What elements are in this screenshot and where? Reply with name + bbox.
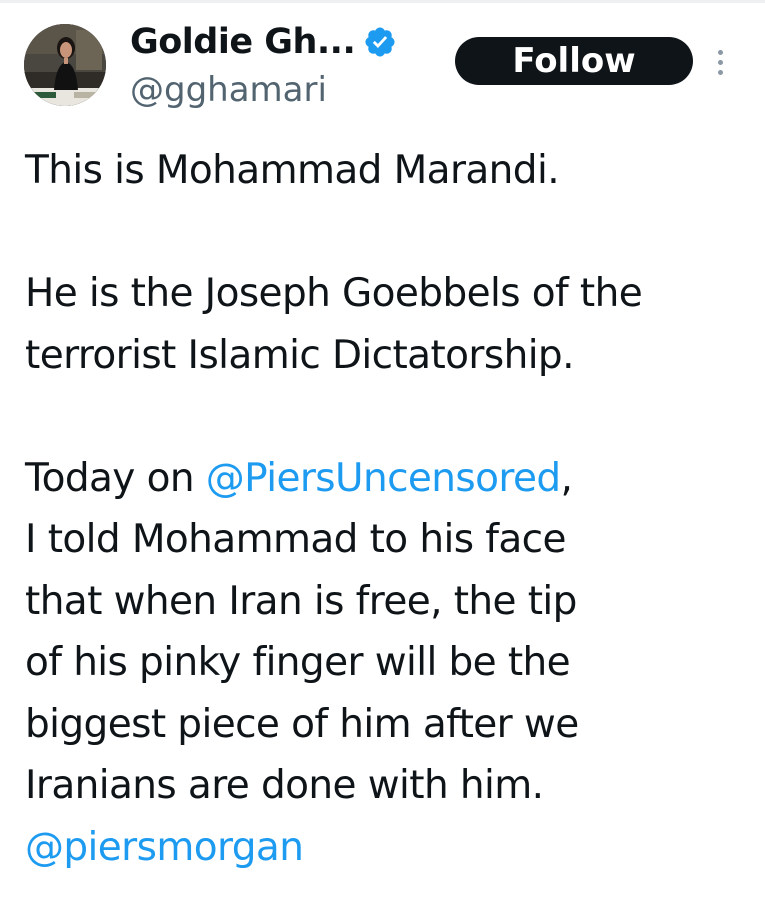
tweet-header: Goldie Gh... @gghamari Follow bbox=[0, 0, 765, 130]
mention-link-piersuncensored[interactable]: @PiersUncensored bbox=[206, 456, 561, 501]
mention-link-piersmorgan[interactable]: @piersmorgan bbox=[25, 825, 304, 870]
tweet-line: I told Mohammad to his face bbox=[25, 517, 566, 562]
tweet-line: This is Mohammad Marandi. bbox=[25, 148, 560, 193]
author-display-name[interactable]: Goldie Gh... bbox=[130, 22, 356, 62]
tweet-line: He is the Joseph Goebbels of the bbox=[25, 271, 643, 316]
author-name-row: Goldie Gh... bbox=[130, 14, 397, 70]
tweet-line: Today on @PiersUncensored, bbox=[25, 448, 755, 510]
tweet-line: terrorist Islamic Dictatorship. bbox=[25, 332, 574, 378]
author-handle[interactable]: @gghamari bbox=[130, 70, 327, 110]
tweet-line: @piersmorgan bbox=[25, 817, 755, 879]
follow-button[interactable]: Follow bbox=[455, 37, 693, 85]
tweet-text-fragment: , bbox=[560, 455, 573, 501]
more-options-icon[interactable] bbox=[712, 42, 728, 82]
avatar-photo bbox=[24, 24, 106, 106]
more-dot bbox=[717, 49, 723, 55]
tweet-body: This is Mohammad Marandi. He is the Jose… bbox=[25, 140, 755, 878]
tweet-line: Iranians are done with him. bbox=[25, 763, 544, 808]
tweet-text-fragment: Today on bbox=[25, 455, 206, 501]
more-dot bbox=[717, 59, 723, 65]
tweet-line: that when Iran is free, the tip bbox=[25, 578, 577, 624]
author-avatar[interactable] bbox=[24, 24, 106, 106]
more-dot bbox=[717, 69, 723, 75]
tweet-line: of his pinky finger will be the bbox=[25, 640, 571, 685]
tweet-line: biggest piece of him after we bbox=[25, 701, 579, 747]
verified-badge-icon bbox=[363, 25, 397, 59]
